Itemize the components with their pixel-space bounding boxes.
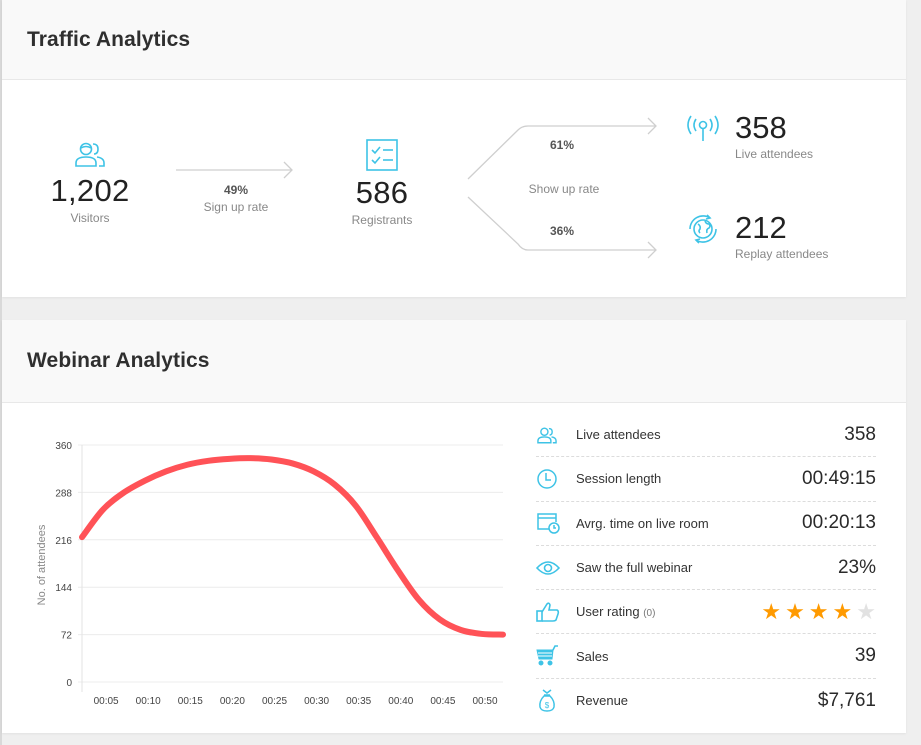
replay-attendees-node: 212 Replay attendees — [685, 212, 828, 261]
stat-label: Session length — [576, 471, 662, 487]
stat-label: Sales — [576, 648, 609, 664]
stat-value: 00:49:15 — [802, 467, 876, 489]
registrants-count: 586 — [355, 175, 409, 210]
rating-label: User rating — [576, 604, 640, 620]
stat-label: Saw the full webinar — [576, 560, 693, 576]
y-tick-label: 216 — [55, 536, 72, 547]
y-tick-label: 288 — [55, 488, 72, 499]
x-tick-label: 00:15 — [178, 696, 203, 707]
replay-attendees-label: Replay attendees — [735, 247, 829, 261]
x-tick-label: 00:25 — [262, 696, 287, 707]
eye-icon — [536, 557, 564, 579]
star-filled-icon[interactable]: ★ — [809, 600, 829, 623]
star-filled-icon[interactable]: ★ — [833, 600, 853, 623]
star-filled-icon[interactable]: ★ — [761, 600, 781, 623]
x-tick-label: 00:50 — [472, 696, 497, 707]
live-rate-pct: 61% — [549, 138, 575, 152]
live-attendees-node: 358 Live attendees — [685, 112, 813, 161]
stat-label: User rating (0) — [564, 604, 761, 619]
signup-rate-label: Sign up rate — [203, 200, 269, 214]
stat-value: 358 — [844, 423, 876, 445]
visitors-node: 1,202 Visitors — [40, 140, 140, 225]
registrants-label: Registrants — [351, 213, 413, 227]
live-attendees-count: 358 — [735, 110, 787, 145]
x-tick-label: 00:05 — [94, 696, 119, 707]
show-up-rate: Show up rate — [514, 179, 614, 196]
stat-value: 39 — [854, 645, 876, 667]
thumbs-up-icon — [536, 601, 564, 623]
stat-avg-time: Avrg. time on live room 00:20:13 — [536, 502, 876, 546]
stat-sales: Sales 39 — [536, 634, 876, 679]
x-tick-label: 00:35 — [346, 696, 371, 707]
stat-value: 23% — [837, 556, 876, 578]
star-empty-icon[interactable]: ★ — [856, 600, 876, 623]
y-tick-label: 72 — [61, 631, 73, 642]
registrants-node: 586 Registrants — [332, 138, 432, 227]
x-tick-label: 00:45 — [430, 696, 455, 707]
signup-arrow — [176, 161, 293, 179]
y-tick-label: 0 — [66, 678, 72, 689]
attendees-chart: 0 72 144 216 288 360 00:05 00:10 00:15 00:20 00:2… — [36, 441, 506, 707]
stat-label: Revenue — [576, 693, 629, 709]
traffic-analytics-header: Traffic Analytics — [2, 0, 906, 80]
stat-user-rating: User rating (0) ★ ★ ★ ★ ★ — [536, 590, 876, 635]
stat-revenue: $ Revenue $7,761 — [536, 679, 876, 723]
window-clock-icon — [536, 512, 564, 534]
x-tick-label: 00:20 — [220, 696, 245, 707]
stat-full-webinar: Saw the full webinar 23% — [536, 546, 876, 591]
webinar-analytics-header: Webinar Analytics — [2, 320, 906, 403]
broadcast-icon — [685, 114, 721, 149]
stat-session-length: Session length 00:49:15 — [536, 457, 876, 502]
stat-value: $7,761 — [817, 689, 876, 711]
attendees-line — [79, 455, 506, 638]
visitors-count: 1,202 — [50, 173, 130, 208]
webinar-stats-list: Live attendees 358 Session length 00:49:… — [536, 413, 876, 723]
y-tick-label: 144 — [55, 583, 72, 594]
traffic-analytics-card: Traffic Analytics 1,202 Visitors 49% Sig… — [2, 0, 906, 297]
stat-label: Avrg. time on live room — [576, 515, 709, 531]
stat-label: Live attendees — [576, 427, 661, 443]
y-axis-label: No. of attendees — [36, 524, 48, 605]
traffic-analytics-title: Traffic Analytics — [27, 27, 191, 51]
cart-icon — [536, 645, 564, 667]
live-rate: 61% — [532, 138, 592, 152]
replay-rate-pct: 36% — [549, 224, 575, 238]
stat-live-attendees: Live attendees 358 — [536, 413, 876, 458]
signup-rate-pct: 49% — [223, 183, 249, 197]
clock-icon — [536, 468, 564, 490]
money-bag-icon: $ — [536, 689, 564, 712]
show-up-rate-label: Show up rate — [528, 182, 600, 196]
svg-text:$: $ — [545, 701, 550, 710]
x-tick-label: 00:10 — [136, 696, 161, 707]
visitors-label: Visitors — [70, 211, 110, 225]
signup-rate: 49% Sign up rate — [184, 183, 288, 214]
stat-value: 00:20:13 — [802, 512, 876, 534]
users-icon — [536, 424, 564, 446]
x-tick-label: 00:30 — [304, 696, 329, 707]
globe-replay-icon — [685, 212, 721, 251]
rating-stars[interactable]: ★ ★ ★ ★ ★ — [761, 600, 876, 623]
users-icon — [73, 140, 107, 173]
star-filled-icon[interactable]: ★ — [785, 600, 805, 623]
checklist-icon — [365, 138, 399, 177]
live-attendees-label: Live attendees — [735, 147, 814, 161]
replay-attendees-count: 212 — [735, 210, 787, 245]
replay-rate: 36% — [532, 224, 592, 238]
rating-count: (0) — [643, 608, 656, 620]
webinar-analytics-title: Webinar Analytics — [27, 349, 210, 372]
x-tick-label: 00:40 — [388, 696, 413, 707]
y-tick-label: 360 — [55, 441, 72, 452]
